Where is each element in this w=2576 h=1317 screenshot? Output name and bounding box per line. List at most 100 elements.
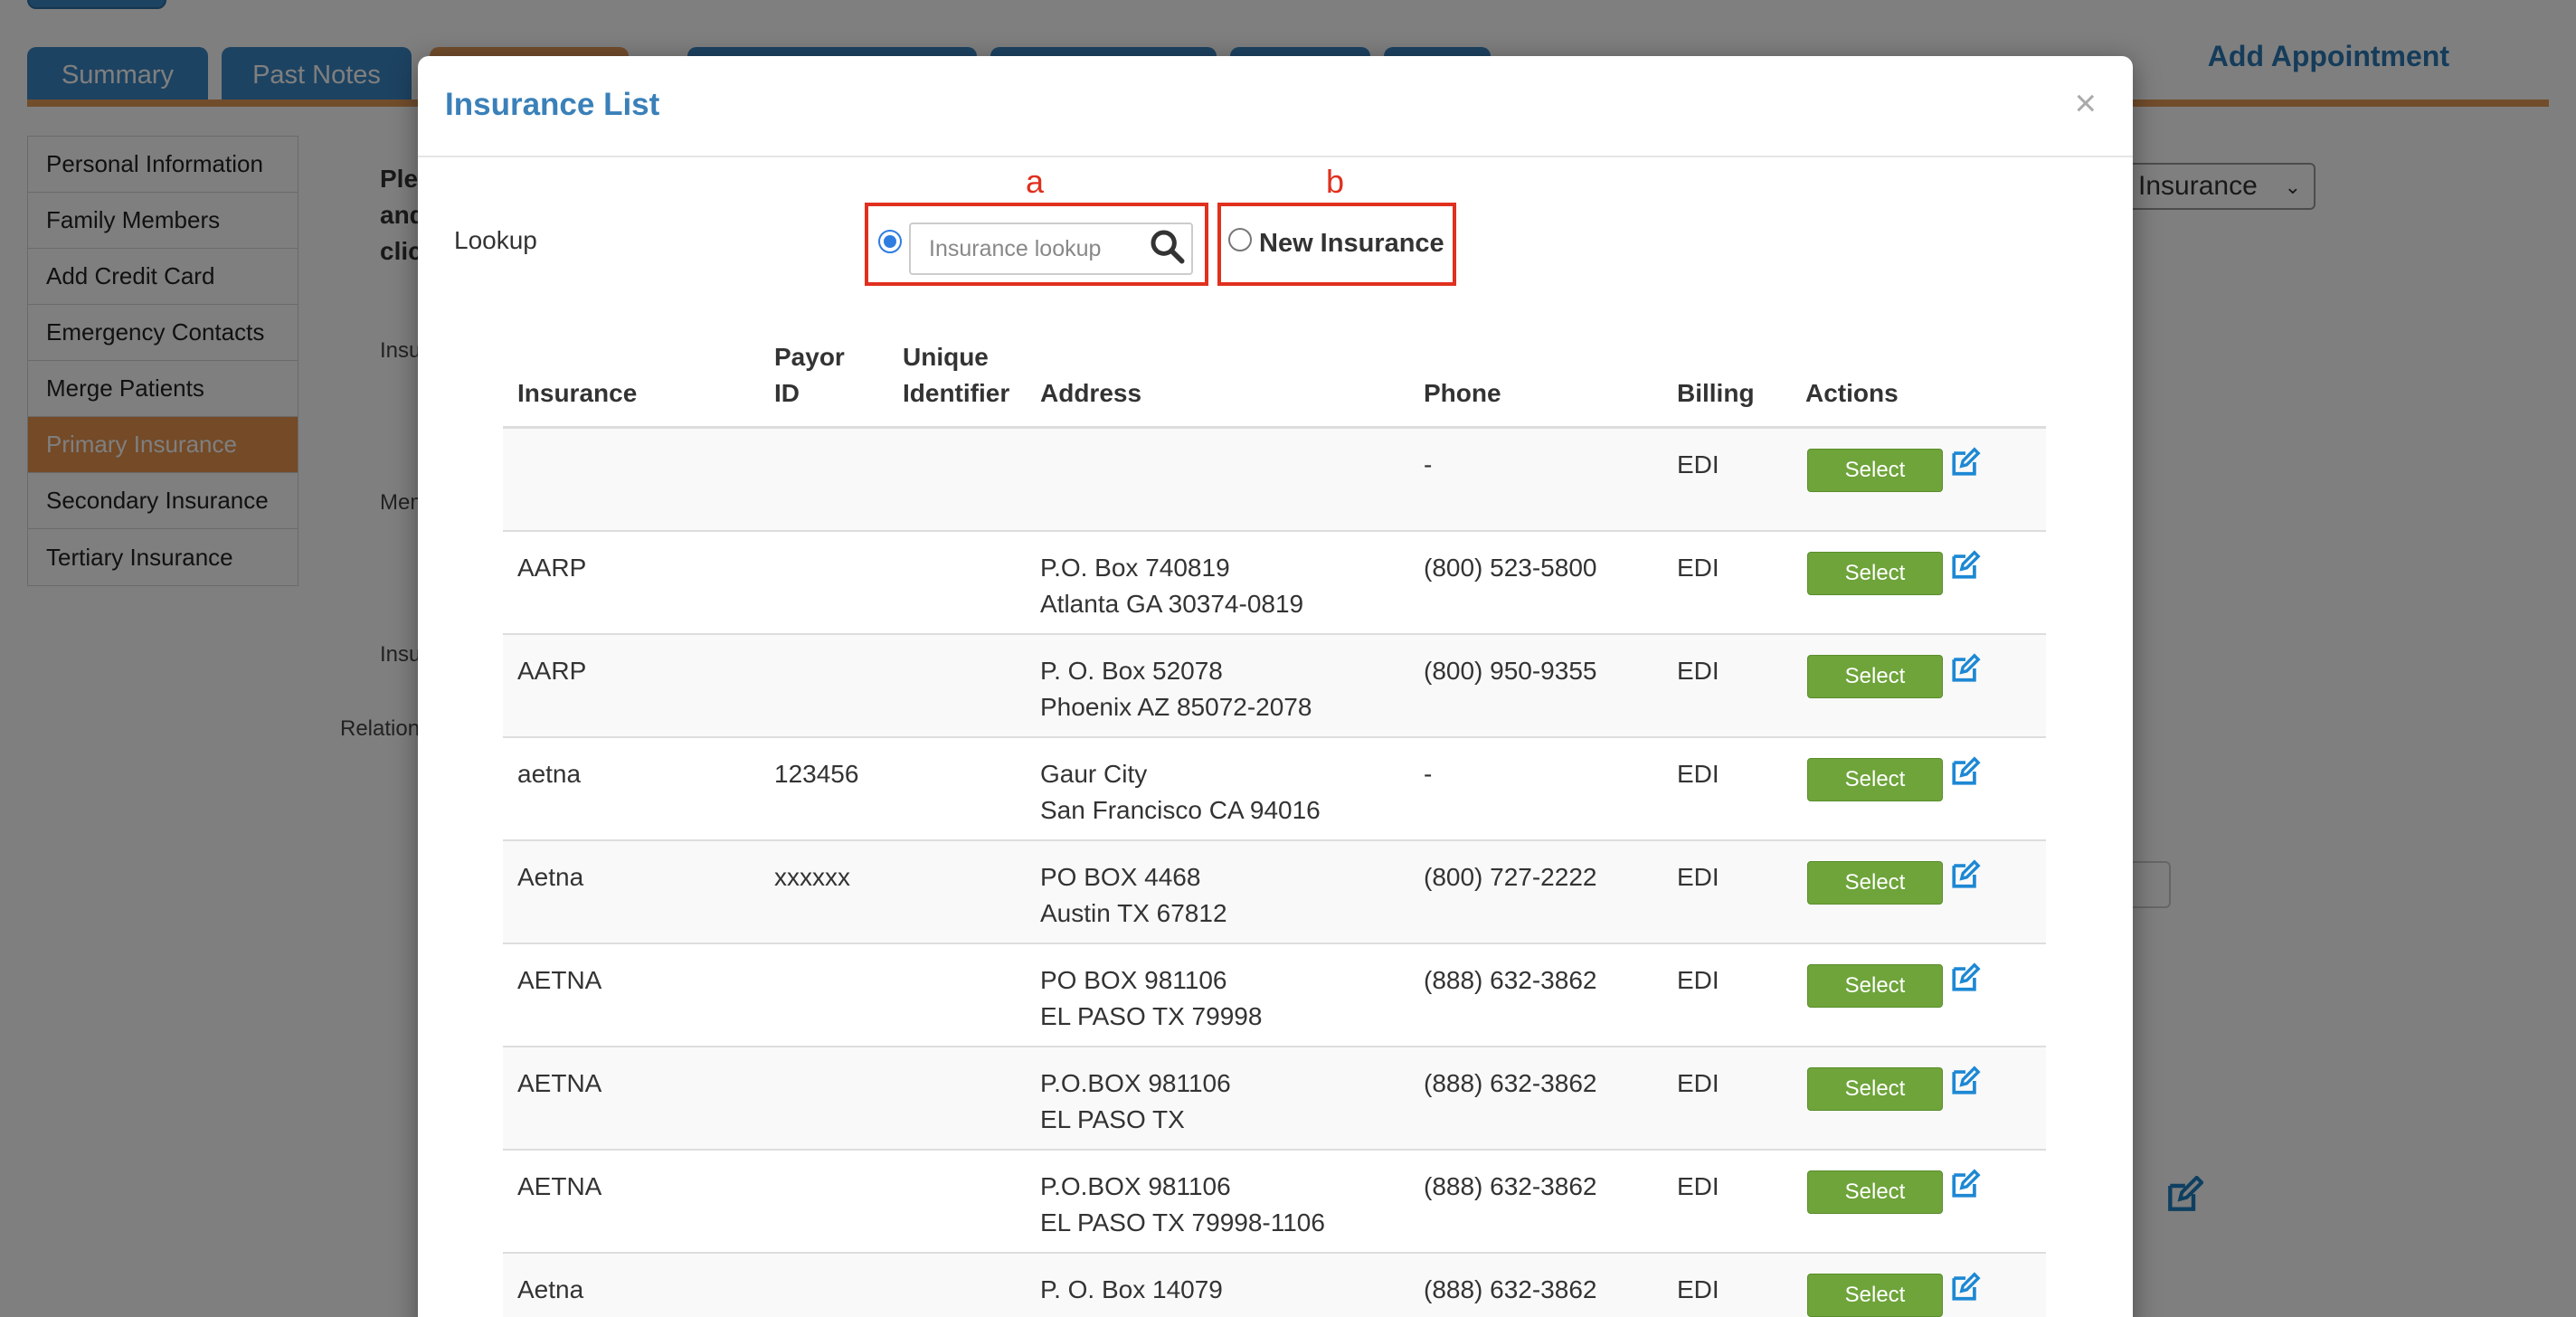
cell-insurance: AETNA [517, 1069, 602, 1097]
address-line-1: P. O. Box 14079 [1040, 1275, 1223, 1303]
annotation-label-a: a [1026, 163, 1045, 200]
select-button[interactable]: Select [1807, 758, 1943, 801]
modal-title: Insurance List [445, 87, 660, 122]
cell-payor-id: xxxxxx [774, 863, 850, 891]
select-button[interactable]: Select [1807, 449, 1943, 492]
address-line-1: P. O. Box 52078 [1040, 657, 1223, 685]
column-header-actions: Actions [1805, 379, 1899, 407]
edit-icon[interactable] [1950, 653, 1981, 684]
column-header-payor-id-line1: Payor [774, 343, 845, 371]
cell-insurance: Aetna [517, 863, 584, 891]
select-button[interactable]: Select [1807, 552, 1943, 595]
cell-billing: EDI [1677, 760, 1719, 788]
cell-billing: EDI [1677, 966, 1719, 994]
search-icon[interactable] [1149, 228, 1185, 264]
cell-phone: (888) 632-3862 [1424, 1069, 1597, 1097]
table-row: AETNA P.O.BOX 981106 EL PASO TX 79998-11… [503, 1151, 2046, 1254]
cell-insurance: AETNA [517, 966, 602, 994]
cell-address: P.O.BOX 981106 EL PASO TX 79998-1106 [1040, 1169, 1325, 1241]
cell-address: PO BOX 981106 EL PASO TX 79998 [1040, 962, 1262, 1035]
table-row: AARP P.O. Box 740819 Atlanta GA 30374-08… [503, 532, 2046, 635]
cell-billing: EDI [1677, 450, 1719, 478]
lookup-label: Lookup [454, 226, 537, 254]
select-button[interactable]: Select [1807, 655, 1943, 698]
select-button[interactable]: Select [1807, 1274, 1943, 1317]
cell-phone: (800) 523-5800 [1424, 554, 1597, 582]
edit-icon[interactable] [1950, 1066, 1981, 1096]
address-line-1: PO BOX 981106 [1040, 966, 1227, 994]
cell-billing: EDI [1677, 1069, 1719, 1097]
edit-icon[interactable] [1950, 859, 1981, 890]
cell-address: P. O. Box 14079 [1040, 1272, 1223, 1308]
table-row: Aetna P. O. Box 14079 (888) 632-3862 EDI… [503, 1254, 2046, 1317]
select-button[interactable]: Select [1807, 861, 1943, 905]
address-line-2: EL PASO TX 79998 [1040, 1002, 1263, 1030]
table-row: AARP P. O. Box 52078 Phoenix AZ 85072-20… [503, 635, 2046, 738]
cell-address: P. O. Box 52078 Phoenix AZ 85072-2078 [1040, 653, 1312, 725]
address-line-2: Atlanta GA 30374-0819 [1040, 590, 1304, 618]
cell-billing: EDI [1677, 1172, 1719, 1200]
cell-address: P.O.BOX 981106 EL PASO TX [1040, 1066, 1231, 1138]
close-icon[interactable]: × [2074, 81, 2097, 125]
edit-icon[interactable] [1950, 1272, 1981, 1303]
cell-address: Gaur City San Francisco CA 94016 [1040, 756, 1321, 829]
cell-phone: (800) 950-9355 [1424, 657, 1597, 685]
address-line-2: San Francisco CA 94016 [1040, 796, 1321, 824]
cell-phone: (888) 632-3862 [1424, 966, 1597, 994]
table-row: AETNA PO BOX 981106 EL PASO TX 79998 (88… [503, 944, 2046, 1047]
table-header: Insurance Payor ID Unique Identifier Add… [503, 326, 2046, 429]
cell-insurance: AARP [517, 657, 587, 685]
annotation-label-b: b [1326, 163, 1345, 200]
cell-insurance: Aetna [517, 1275, 584, 1303]
column-header-phone: Phone [1424, 379, 1501, 407]
cell-insurance: AARP [517, 554, 587, 582]
address-line-2: EL PASO TX 79998-1106 [1040, 1208, 1325, 1236]
select-button[interactable]: Select [1807, 1170, 1943, 1214]
cell-billing: EDI [1677, 554, 1719, 582]
column-header-payor-id-line2: ID [774, 379, 800, 407]
cell-phone: (800) 727-2222 [1424, 863, 1597, 891]
edit-icon[interactable] [1950, 550, 1981, 581]
cell-payor-id: 123456 [774, 760, 859, 788]
address-line-1: PO BOX 4468 [1040, 863, 1201, 891]
cell-phone: (888) 632-3862 [1424, 1275, 1597, 1303]
new-insurance-radio[interactable] [1228, 228, 1252, 251]
edit-icon[interactable] [1950, 756, 1981, 787]
table-row: - EDI Select [503, 429, 2046, 532]
modal-header: Insurance List × [418, 56, 2133, 157]
select-button[interactable]: Select [1807, 964, 1943, 1008]
cell-billing: EDI [1677, 863, 1719, 891]
address-line-1: Gaur City [1040, 760, 1148, 788]
edit-icon[interactable] [1950, 962, 1981, 993]
cell-insurance: AETNA [517, 1172, 602, 1200]
address-line-1: P.O.BOX 981106 [1040, 1172, 1231, 1200]
cell-phone: - [1424, 450, 1433, 478]
cell-phone: (888) 632-3862 [1424, 1172, 1597, 1200]
column-header-billing: Billing [1677, 379, 1755, 407]
insurance-table: Insurance Payor ID Unique Identifier Add… [503, 326, 2046, 1317]
address-line-1: P.O.BOX 981106 [1040, 1069, 1231, 1097]
edit-icon[interactable] [1950, 1169, 1981, 1199]
column-header-address: Address [1040, 379, 1142, 407]
address-line-2: EL PASO TX [1040, 1105, 1185, 1133]
cell-phone: - [1424, 760, 1433, 788]
edit-icon[interactable] [1950, 447, 1981, 478]
address-line-2: Phoenix AZ 85072-2078 [1040, 693, 1312, 721]
cell-address: PO BOX 4468 Austin TX 67812 [1040, 859, 1227, 932]
table-row: aetna 123456 Gaur City San Francisco CA … [503, 738, 2046, 841]
cell-insurance: aetna [517, 760, 582, 788]
address-line-2: Austin TX 67812 [1040, 899, 1227, 927]
column-header-unique-identifier-line2: Identifier [903, 379, 1010, 407]
table-row: AETNA P.O.BOX 981106 EL PASO TX (888) 63… [503, 1047, 2046, 1151]
column-header-unique-identifier-line1: Unique [903, 343, 989, 371]
address-line-1: P.O. Box 740819 [1040, 554, 1230, 582]
table-row: Aetna xxxxxx PO BOX 4468 Austin TX 67812… [503, 841, 2046, 944]
cell-billing: EDI [1677, 1275, 1719, 1303]
cell-billing: EDI [1677, 657, 1719, 685]
select-button[interactable]: Select [1807, 1067, 1943, 1111]
lookup-radio[interactable] [878, 230, 902, 253]
table-body: - EDI Select AARP P.O. Box 740819 Atlant… [503, 429, 2046, 1317]
cell-address: P.O. Box 740819 Atlanta GA 30374-0819 [1040, 550, 1303, 622]
column-header-insurance: Insurance [517, 379, 638, 407]
new-insurance-label[interactable]: New Insurance [1259, 229, 1444, 259]
